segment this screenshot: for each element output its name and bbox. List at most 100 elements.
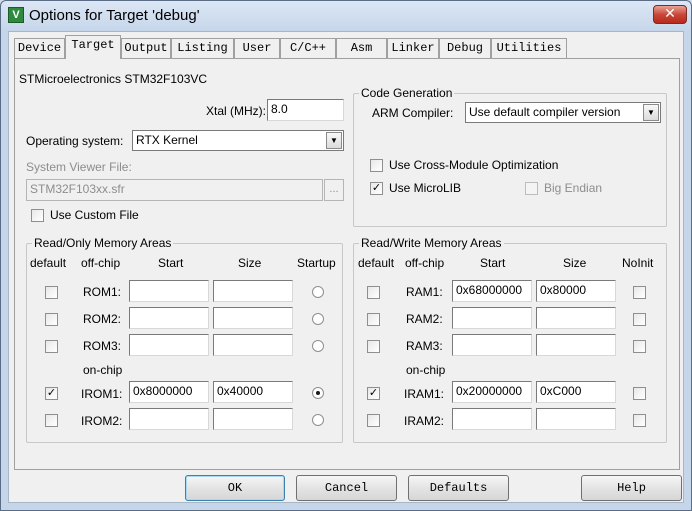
iram1-size-input[interactable]: 0xC000 — [536, 381, 616, 403]
ram2-default-checkbox[interactable] — [367, 313, 380, 326]
tab-output[interactable]: Output — [121, 38, 171, 58]
ram1-noinit-checkbox[interactable] — [633, 286, 646, 299]
irom1-default-checkbox[interactable]: ✓ — [45, 387, 58, 400]
rom1-start-input[interactable] — [129, 280, 209, 302]
tab-linker[interactable]: Linker — [387, 38, 439, 58]
svf-input[interactable]: STM32F103xx.sfr — [26, 179, 323, 201]
big-endian-checkbox[interactable] — [525, 182, 538, 195]
rw-header-default: default — [358, 256, 395, 270]
close-button[interactable]: ✕ — [653, 5, 687, 24]
rom2-startup-radio[interactable] — [312, 313, 324, 325]
tab-target[interactable]: Target — [65, 35, 121, 59]
iram2-label: IRAM2: — [404, 414, 445, 428]
irom2-startup-radio[interactable] — [312, 414, 324, 426]
iram1-noinit-checkbox[interactable] — [633, 387, 646, 400]
arm-compiler-select[interactable]: Use default compiler version ▼ — [465, 102, 661, 123]
arm-compiler-label: ARM Compiler: — [372, 106, 454, 120]
use-custom-file-checkbox[interactable] — [31, 209, 44, 222]
rw-header-noinit: NoInit — [622, 256, 654, 270]
ram1-start-input[interactable]: 0x68000000 — [452, 280, 532, 302]
tab-listing[interactable]: Listing — [171, 38, 234, 58]
rom2-start-input[interactable] — [129, 307, 209, 329]
ro-onchip-label: on-chip — [83, 363, 123, 377]
chevron-down-icon[interactable]: ▼ — [643, 104, 659, 121]
tab-debug[interactable]: Debug — [439, 38, 491, 58]
arm-compiler-value: Use default compiler version — [469, 105, 621, 119]
irom1-startup-radio[interactable] — [312, 387, 324, 399]
ram2-noinit-checkbox[interactable] — [633, 313, 646, 326]
tab-utilities[interactable]: Utilities — [491, 38, 567, 58]
ram1-label: RAM1: — [406, 285, 443, 299]
iram2-size-input[interactable] — [536, 408, 616, 430]
ram3-label: RAM3: — [406, 339, 443, 353]
ram3-default-checkbox[interactable] — [367, 340, 380, 353]
tab-device[interactable]: Device — [14, 38, 65, 58]
rom3-size-input[interactable] — [213, 334, 293, 356]
tab-user[interactable]: User — [234, 38, 280, 58]
help-button[interactable]: Help — [581, 475, 682, 501]
ram3-start-input[interactable] — [452, 334, 532, 356]
iram1-label: IRAM1: — [404, 387, 445, 401]
rom1-label: ROM1: — [83, 285, 122, 299]
irom1-size-input[interactable]: 0x40000 — [213, 381, 293, 403]
rw-header-offchip: off-chip — [405, 256, 445, 270]
rom2-size-input[interactable] — [213, 307, 293, 329]
target-tab-panel: STMicroelectronics STM32F103VC Xtal (MHz… — [14, 58, 680, 470]
checkmark-icon: ✓ — [368, 387, 379, 399]
irom1-label: IROM1: — [81, 387, 123, 401]
rw-header-start: Start — [480, 256, 506, 270]
rom2-label: ROM2: — [83, 312, 122, 326]
ram3-noinit-checkbox[interactable] — [633, 340, 646, 353]
irom2-start-input[interactable] — [129, 408, 209, 430]
irom2-default-checkbox[interactable] — [45, 414, 58, 427]
chevron-down-icon[interactable]: ▼ — [326, 132, 342, 149]
rom1-startup-radio[interactable] — [312, 286, 324, 298]
rw-header-size: Size — [563, 256, 587, 270]
irom1-start-input[interactable]: 0x8000000 — [129, 381, 209, 403]
cancel-button[interactable]: Cancel — [296, 475, 397, 501]
iram2-noinit-checkbox[interactable] — [633, 414, 646, 427]
ram1-size-input[interactable]: 0x80000 — [536, 280, 616, 302]
irom2-size-input[interactable] — [213, 408, 293, 430]
rom3-startup-radio[interactable] — [312, 340, 324, 352]
checkmark-icon: ✓ — [371, 182, 382, 194]
cross-module-checkbox[interactable] — [370, 159, 383, 172]
title-bar[interactable]: V Options for Target 'debug' ✕ — [1, 1, 691, 31]
os-select[interactable]: RTX Kernel ▼ — [132, 130, 344, 151]
ram2-start-input[interactable] — [452, 307, 532, 329]
defaults-button[interactable]: Defaults — [408, 475, 509, 501]
device-name: STMicroelectronics STM32F103VC — [19, 72, 208, 86]
rw-memory-title: Read/Write Memory Areas — [359, 236, 504, 250]
code-generation-title: Code Generation — [359, 86, 455, 100]
ram3-size-input[interactable] — [536, 334, 616, 356]
ro-header-size: Size — [238, 256, 262, 270]
keil-app-icon: V — [8, 7, 24, 23]
window-title: Options for Target 'debug' — [29, 7, 200, 24]
microlib-checkbox[interactable]: ✓ — [370, 182, 383, 195]
close-icon: ✕ — [664, 6, 676, 22]
iram2-default-checkbox[interactable] — [367, 414, 380, 427]
xtal-label: Xtal (MHz): — [206, 104, 266, 118]
ro-header-start: Start — [158, 256, 184, 270]
tab-asm[interactable]: Asm — [336, 38, 387, 58]
iram2-start-input[interactable] — [452, 408, 532, 430]
rom2-default-checkbox[interactable] — [45, 313, 58, 326]
rom3-start-input[interactable] — [129, 334, 209, 356]
rom3-default-checkbox[interactable] — [45, 340, 58, 353]
svf-browse-button[interactable]: ... — [324, 179, 344, 201]
ram2-size-input[interactable] — [536, 307, 616, 329]
tab-c-cpp[interactable]: C/C++ — [280, 38, 336, 58]
ro-header-startup: Startup — [297, 256, 336, 270]
iram1-default-checkbox[interactable]: ✓ — [367, 387, 380, 400]
irom2-label: IROM2: — [81, 414, 123, 428]
ok-button[interactable]: OK — [185, 475, 285, 501]
iram1-start-input[interactable]: 0x20000000 — [452, 381, 532, 403]
ram1-default-checkbox[interactable] — [367, 286, 380, 299]
xtal-input[interactable]: 8.0 — [267, 99, 344, 121]
ro-header-default: default — [30, 256, 67, 270]
rom1-default-checkbox[interactable] — [45, 286, 58, 299]
rom1-size-input[interactable] — [213, 280, 293, 302]
os-label: Operating system: — [26, 134, 124, 148]
options-dialog: V Options for Target 'debug' ✕ Device Ta… — [0, 0, 692, 511]
rw-onchip-label: on-chip — [406, 363, 446, 377]
